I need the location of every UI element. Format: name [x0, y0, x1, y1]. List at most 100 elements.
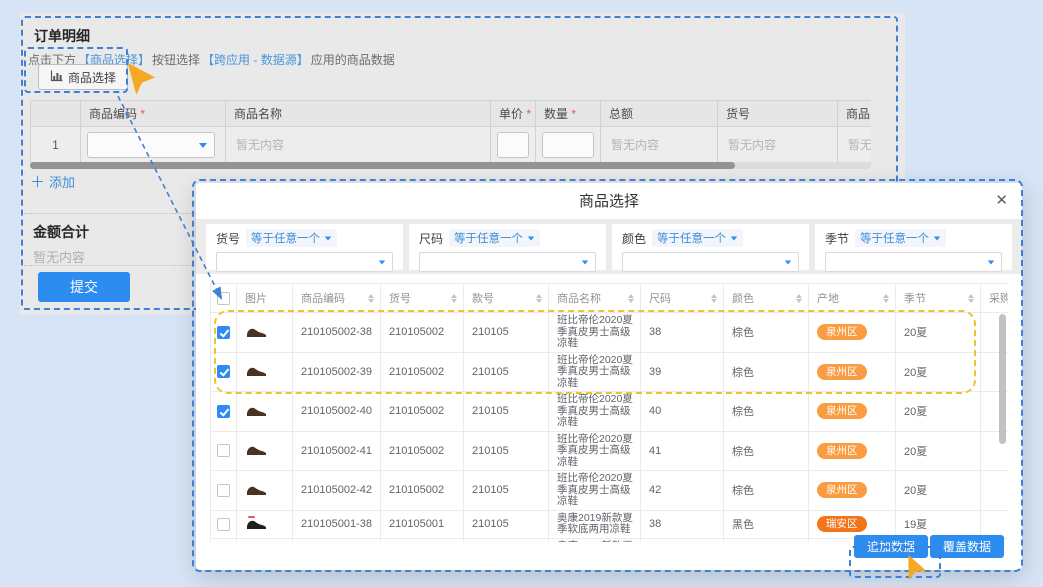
- filter-operator-dropdown[interactable]: 等于任意一个: [855, 229, 946, 247]
- row-checkbox[interactable]: [217, 365, 230, 378]
- filter-group: 季节 等于任意一个: [815, 224, 1012, 270]
- filter-operator-dropdown[interactable]: 等于任意一个: [246, 229, 337, 247]
- sort-caret-icon[interactable]: [368, 294, 374, 303]
- filter-operator-dropdown[interactable]: 等于任意一个: [449, 229, 540, 247]
- instruction-link-datasource: 【跨应用 - 数据源】: [202, 53, 309, 67]
- sort-caret-icon[interactable]: [883, 294, 889, 303]
- modal-column-header[interactable]: 款号: [464, 284, 549, 313]
- add-row-button[interactable]: ＋ 添加: [30, 171, 75, 192]
- section-divider: [24, 213, 196, 214]
- sort-caret-icon[interactable]: [628, 294, 634, 303]
- modal-column-header[interactable]: 产地: [809, 284, 896, 313]
- modal-column-header[interactable]: 季节: [896, 284, 981, 313]
- sort-caret-icon[interactable]: [711, 294, 717, 303]
- filter-value-select[interactable]: [622, 252, 799, 272]
- product-code-select[interactable]: [87, 132, 215, 158]
- sort-caret-icon[interactable]: [536, 294, 542, 303]
- filter-field-label: 尺码: [419, 230, 443, 247]
- modal-column-header[interactable]: 商品名称: [549, 284, 641, 313]
- modal-column-header[interactable]: 尺码: [641, 284, 724, 313]
- filter-group: 尺码 等于任意一个: [409, 224, 606, 270]
- order-column-index: [31, 101, 81, 127]
- chevron-down-icon: [528, 236, 534, 240]
- product-tag: [248, 324, 255, 326]
- append-data-button[interactable]: 追加数据: [854, 535, 928, 558]
- cell-size: 39: [641, 538, 724, 542]
- unit-price-input[interactable]: [497, 132, 529, 158]
- cell-size: 41: [641, 431, 724, 471]
- filter-value-select[interactable]: [419, 252, 596, 272]
- filter-value-select[interactable]: [825, 252, 1002, 272]
- order-column-header: 商品名称: [226, 101, 491, 127]
- filter-value-select[interactable]: [216, 252, 393, 272]
- horizontal-scrollbar[interactable]: [30, 162, 871, 169]
- row-checkbox[interactable]: [217, 518, 230, 531]
- cell-name: 班比帝伦2020夏季真皮男士高级凉鞋: [549, 392, 641, 432]
- quantity-input[interactable]: [542, 132, 594, 158]
- chevron-down-icon: [582, 261, 588, 265]
- filter-operator-dropdown[interactable]: 等于任意一个: [652, 229, 743, 247]
- row-checkbox[interactable]: [217, 326, 230, 339]
- modal-column-header[interactable]: 颜色: [724, 284, 809, 313]
- table-row: 210105002-41 210105002 210105 班比帝伦2020夏季…: [211, 431, 1009, 471]
- form-title: 订单明细: [34, 26, 90, 46]
- sort-caret-icon[interactable]: [968, 294, 974, 303]
- total-amount-label: 金额合计: [33, 222, 89, 242]
- cell-purchase-price: [981, 471, 1009, 511]
- cell-color: 棕色: [724, 392, 809, 432]
- product-select-modal: 商品选择 ✕ 货号 等于任意一个 尺码 等于任意一个 颜色: [196, 183, 1022, 570]
- chevron-down-icon: [988, 261, 994, 265]
- cell-season: 19夏: [896, 510, 981, 538]
- vertical-scrollbar-thumb[interactable]: [999, 314, 1006, 444]
- sort-caret-icon[interactable]: [451, 294, 457, 303]
- product-image-placeholder: 暂无内容: [844, 138, 871, 152]
- bar-chart-icon: [50, 70, 63, 85]
- product-image: [245, 408, 267, 420]
- filter-field-label: 季节: [825, 230, 849, 247]
- order-table-row: 1 暂无内容 暂无内容 暂无内容 暂无内容: [31, 127, 872, 163]
- cell-style-no: 210105: [464, 392, 549, 432]
- product-image: [245, 329, 267, 341]
- product-tag: [248, 516, 255, 518]
- cell-code: 210105002-40: [293, 392, 381, 432]
- cell-code: 210105001-38: [293, 510, 381, 538]
- horizontal-scrollbar-thumb[interactable]: [30, 162, 735, 169]
- cell-item-no: 210105002: [381, 352, 464, 392]
- row-checkbox[interactable]: [217, 484, 230, 497]
- total-amount-placeholder: 暂无内容: [607, 138, 659, 152]
- table-row: 210105002-39 210105002 210105 班比帝伦2020夏季…: [211, 352, 1009, 392]
- modal-column-header[interactable]: 采购价: [981, 284, 1009, 313]
- product-select-button[interactable]: 商品选择: [38, 64, 128, 90]
- modal-column-header[interactable]: 货号: [381, 284, 464, 313]
- origin-badge: 泉州区: [817, 324, 867, 340]
- cell-code: 210105002-38: [293, 313, 381, 353]
- order-column-header: 数量 *: [536, 101, 601, 127]
- cell-size: 38: [641, 313, 724, 353]
- cell-size: 38: [641, 510, 724, 538]
- cell-color: 棕色: [724, 431, 809, 471]
- modal-table-header-row: 图片商品编码货号款号商品名称尺码颜色产地季节采购价: [211, 284, 1009, 313]
- cell-season: 20夏: [896, 431, 981, 471]
- product-image: [245, 368, 267, 380]
- close-icon[interactable]: ✕: [995, 191, 1008, 211]
- select-all-checkbox[interactable]: [217, 292, 230, 305]
- submit-button[interactable]: 提交: [38, 272, 130, 302]
- overwrite-data-button[interactable]: 覆盖数据: [930, 535, 1004, 558]
- cell-purchase-price: [981, 510, 1009, 538]
- order-detail-table: 商品编码 *商品名称单价 *数量 *总额货号商品图片 1 暂无内容 暂无内容 暂…: [30, 100, 871, 164]
- cell-item-no: 210105001: [381, 510, 464, 538]
- total-amount-value: 暂无内容: [33, 247, 85, 266]
- product-image: [245, 447, 267, 459]
- cell-name: 班比帝伦2020夏季真皮男士高级凉鞋: [549, 313, 641, 353]
- modal-column-header[interactable]: 商品编码: [293, 284, 381, 313]
- cell-item-no: 210105001: [381, 538, 464, 542]
- cell-code: 210105002-39: [293, 352, 381, 392]
- filter-field-label: 颜色: [622, 230, 646, 247]
- row-checkbox[interactable]: [217, 405, 230, 418]
- chevron-down-icon: [325, 236, 331, 240]
- origin-badge: 瑞安区: [817, 516, 867, 532]
- chevron-down-icon: [379, 261, 385, 265]
- sort-caret-icon[interactable]: [796, 294, 802, 303]
- row-checkbox[interactable]: [217, 444, 230, 457]
- table-row: 210105002-42 210105002 210105 班比帝伦2020夏季…: [211, 471, 1009, 511]
